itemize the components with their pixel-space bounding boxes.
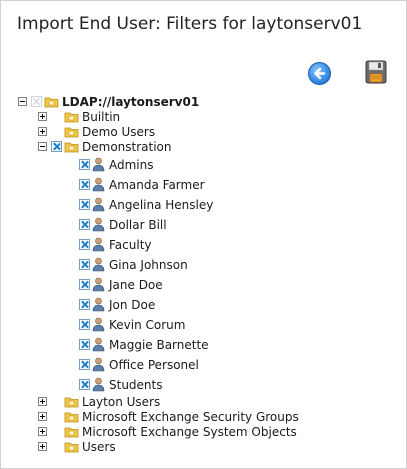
tree-node-user[interactable]: Kevin Corum bbox=[79, 317, 185, 332]
folder-icon bbox=[64, 142, 79, 152]
user-icon bbox=[92, 277, 105, 292]
demonstration-checkbox[interactable] bbox=[51, 141, 62, 152]
item-checkbox[interactable] bbox=[79, 319, 90, 330]
item-checkbox[interactable] bbox=[79, 279, 90, 290]
expand-toggle[interactable] bbox=[38, 397, 47, 406]
user-icon bbox=[92, 357, 105, 372]
tree-node-demonstration[interactable]: Demonstration bbox=[38, 139, 172, 154]
tree-node-root[interactable]: LDAP://laytonserv01 bbox=[18, 94, 199, 109]
collapse-toggle[interactable] bbox=[18, 97, 27, 106]
tree-folder-label[interactable]: Demo Users bbox=[82, 125, 155, 139]
user-icon bbox=[92, 217, 105, 232]
tree-item-label[interactable]: Maggie Barnette bbox=[109, 338, 209, 352]
tree-node-user[interactable]: Dollar Bill bbox=[79, 217, 167, 232]
tree-node-user[interactable]: Angelina Hensley bbox=[79, 197, 213, 212]
item-checkbox[interactable] bbox=[79, 379, 90, 390]
user-icon bbox=[92, 177, 105, 192]
tree-node-user[interactable]: Students bbox=[79, 377, 163, 392]
item-checkbox[interactable] bbox=[79, 259, 90, 270]
tree-item-label[interactable]: Faculty bbox=[109, 238, 152, 252]
builtin-checkbox[interactable] bbox=[51, 111, 62, 122]
users-checkbox[interactable] bbox=[51, 441, 62, 452]
tree-folder-label[interactable]: Builtin bbox=[82, 110, 120, 124]
folder-icon bbox=[44, 97, 59, 107]
user-icon bbox=[92, 257, 105, 272]
tree-node-user[interactable]: Jane Doe bbox=[79, 277, 163, 292]
exchange-system-objects-checkbox[interactable] bbox=[51, 426, 62, 437]
folder-icon bbox=[64, 397, 79, 407]
floppy-disk-icon bbox=[365, 60, 387, 84]
tree-folder-label[interactable]: Microsoft Exchange System Objects bbox=[82, 425, 297, 439]
tree-node-exchange-security-groups[interactable]: Microsoft Exchange Security Groups bbox=[38, 409, 299, 424]
tree-node-user[interactable]: Faculty bbox=[79, 237, 152, 252]
user-icon bbox=[92, 317, 105, 332]
tree-node-user[interactable]: Admins bbox=[79, 157, 154, 172]
item-checkbox[interactable] bbox=[79, 299, 90, 310]
item-checkbox[interactable] bbox=[79, 239, 90, 250]
user-icon bbox=[92, 337, 105, 352]
tree-node-builtin[interactable]: Builtin bbox=[38, 109, 120, 124]
back-button[interactable] bbox=[308, 62, 331, 85]
tree-folder-label[interactable]: Demonstration bbox=[82, 140, 172, 154]
tree-item-label[interactable]: Admins bbox=[109, 158, 154, 172]
root-checkbox[interactable] bbox=[31, 96, 42, 107]
tree-node-user[interactable]: Maggie Barnette bbox=[79, 337, 209, 352]
tree-folder-label[interactable]: Users bbox=[82, 440, 116, 454]
tree-item-label[interactable]: Office Personel bbox=[109, 358, 199, 372]
save-button[interactable] bbox=[365, 60, 387, 84]
item-checkbox[interactable] bbox=[79, 219, 90, 230]
folder-icon bbox=[64, 112, 79, 122]
demo-users-checkbox[interactable] bbox=[51, 126, 62, 137]
expand-toggle[interactable] bbox=[38, 112, 47, 121]
folder-icon bbox=[64, 427, 79, 437]
expand-toggle[interactable] bbox=[38, 412, 47, 421]
tree-item-label[interactable]: Amanda Farmer bbox=[109, 178, 205, 192]
tree-item-label[interactable]: Students bbox=[109, 378, 163, 392]
layton-users-checkbox[interactable] bbox=[51, 396, 62, 407]
tree-node-user[interactable]: Office Personel bbox=[79, 357, 199, 372]
item-checkbox[interactable] bbox=[79, 359, 90, 370]
folder-icon bbox=[64, 412, 79, 422]
exchange-security-groups-checkbox[interactable] bbox=[51, 411, 62, 422]
user-icon bbox=[92, 197, 105, 212]
tree-node-user[interactable]: Jon Doe bbox=[79, 297, 155, 312]
item-checkbox[interactable] bbox=[79, 199, 90, 210]
tree-folder-label[interactable]: Microsoft Exchange Security Groups bbox=[82, 410, 299, 424]
tree-node-users[interactable]: Users bbox=[38, 439, 116, 454]
user-icon bbox=[92, 237, 105, 252]
item-checkbox[interactable] bbox=[79, 179, 90, 190]
folder-icon bbox=[64, 442, 79, 452]
tree-node-user[interactable]: Amanda Farmer bbox=[79, 177, 205, 192]
item-checkbox[interactable] bbox=[79, 159, 90, 170]
tree-item-label[interactable]: Angelina Hensley bbox=[109, 198, 213, 212]
collapse-toggle[interactable] bbox=[38, 142, 47, 151]
tree-item-label[interactable]: Jane Doe bbox=[109, 278, 163, 292]
item-checkbox[interactable] bbox=[79, 339, 90, 350]
back-arrow-icon bbox=[314, 67, 326, 80]
page-title: Import End User: Filters for laytonserv0… bbox=[17, 14, 363, 34]
user-icon bbox=[92, 377, 105, 392]
user-icon bbox=[92, 297, 105, 312]
tree-folder-label[interactable]: Layton Users bbox=[82, 395, 160, 409]
user-icon bbox=[92, 157, 105, 172]
tree-node-layton-users[interactable]: Layton Users bbox=[38, 394, 160, 409]
expand-toggle[interactable] bbox=[38, 127, 47, 136]
tree-node-user[interactable]: Gina Johnson bbox=[79, 257, 188, 272]
tree-node-demo-users[interactable]: Demo Users bbox=[38, 124, 155, 139]
tree-item-label[interactable]: Dollar Bill bbox=[109, 218, 167, 232]
tree-node-exchange-system-objects[interactable]: Microsoft Exchange System Objects bbox=[38, 424, 297, 439]
expand-toggle[interactable] bbox=[38, 427, 47, 436]
tree-root-label[interactable]: LDAP://laytonserv01 bbox=[62, 95, 199, 109]
folder-icon bbox=[64, 127, 79, 137]
expand-toggle[interactable] bbox=[38, 442, 47, 451]
tree-item-label[interactable]: Kevin Corum bbox=[109, 318, 185, 332]
tree-item-label[interactable]: Gina Johnson bbox=[109, 258, 188, 272]
tree-item-label[interactable]: Jon Doe bbox=[109, 298, 155, 312]
